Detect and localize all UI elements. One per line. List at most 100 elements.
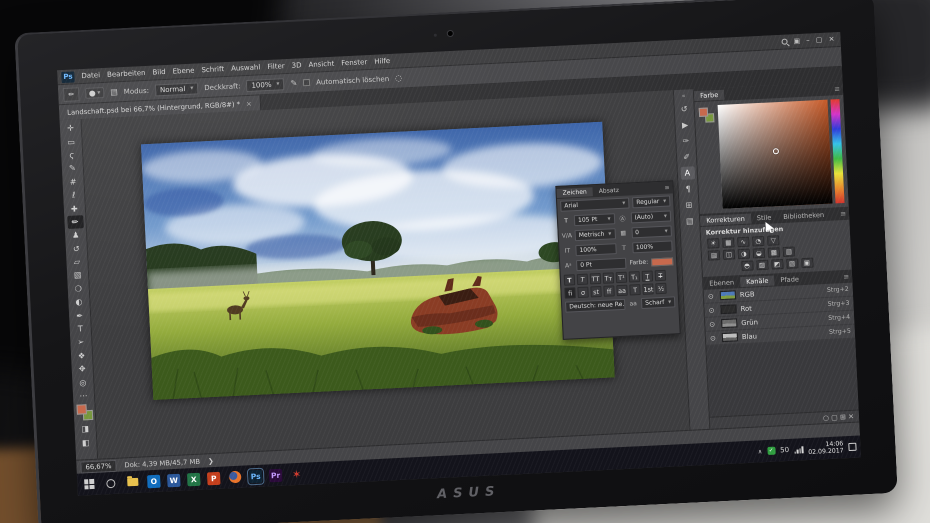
visibility-eye-icon[interactable]: ⊙	[708, 306, 716, 314]
pencil-tool-selected[interactable]: ✏	[67, 215, 84, 229]
glyphs-panel-icon[interactable]: ⊞	[682, 198, 697, 212]
panel-menu-icon[interactable]: ≡	[664, 184, 672, 191]
color-swatches[interactable]	[76, 404, 93, 421]
toggle-brush-panel-icon[interactable]: ▤	[110, 87, 118, 96]
color-lookup-icon[interactable]: ▥	[783, 246, 795, 257]
premiere-button[interactable]: Pr	[269, 468, 283, 482]
collapse-panels-icon[interactable]: «	[682, 93, 686, 100]
strikethrough-button[interactable]: T	[655, 270, 667, 282]
horizontal-scale-field[interactable]: 100%	[632, 240, 673, 253]
firefox-button[interactable]	[227, 469, 243, 485]
ot-titling-button[interactable]: T	[629, 284, 641, 296]
tab-ebenen[interactable]: Ebenen	[703, 277, 740, 289]
menu-bearbeiten[interactable]: Bearbeiten	[107, 69, 146, 79]
visibility-eye-icon[interactable]: ⊙	[708, 292, 716, 300]
pencil-tool-preset-icon[interactable]: ✏	[63, 87, 80, 102]
tab-absatz[interactable]: Absatz	[593, 185, 626, 196]
defender-tray-icon[interactable]: ✓	[767, 447, 775, 455]
hand-tool[interactable]: ✥	[74, 362, 91, 376]
menu-schrift[interactable]: Schrift	[201, 65, 224, 74]
outlook-button[interactable]: O	[147, 474, 161, 488]
eraser-tool[interactable]: ▱	[69, 255, 86, 269]
canvas-area[interactable]: Zeichen Absatz ≡ Arial▾ Regular▾ 𝐓 105 P…	[82, 90, 690, 459]
color-balance-icon[interactable]: ◫	[723, 249, 735, 260]
menu-bild[interactable]: Bild	[152, 68, 166, 77]
paragraph-panel-icon[interactable]: ¶	[681, 182, 696, 196]
menu-ebene[interactable]: Ebene	[172, 67, 194, 76]
tray-number[interactable]: 50	[780, 446, 789, 454]
clone-stamp-tool[interactable]: ♟	[67, 228, 84, 242]
menu-filter[interactable]: Filter	[267, 62, 285, 71]
eyedropper-tool[interactable]: ℓ	[65, 188, 82, 202]
menu-datei[interactable]: Datei	[81, 71, 100, 80]
menu-hilfe[interactable]: Hilfe	[374, 57, 390, 66]
language-select[interactable]: Deutsch: neue Re...▾	[565, 299, 625, 313]
history-panel-icon[interactable]: ↺	[677, 102, 692, 116]
lasso-tool[interactable]: ϛ	[63, 148, 80, 162]
status-arrow-icon[interactable]: ❯	[208, 457, 214, 465]
tray-chevron-icon[interactable]: ∧	[758, 448, 763, 455]
visibility-eye-icon[interactable]: ⊙	[709, 320, 717, 328]
subscript-button[interactable]: T₁	[629, 271, 641, 283]
powerpoint-button[interactable]: P	[207, 471, 221, 485]
photo-filter-icon[interactable]: ◒	[753, 248, 765, 259]
ot-oldstyle-button[interactable]: aa	[616, 285, 628, 297]
saturation-brightness-picker[interactable]	[718, 100, 833, 209]
ot-swash-button[interactable]: σ	[577, 287, 589, 299]
vertical-scale-field[interactable]: 100%	[575, 243, 616, 256]
photoshop-taskbar-button[interactable]: Ps	[249, 469, 263, 483]
levels-icon[interactable]: ▦	[722, 237, 734, 248]
quick-selection-tool[interactable]: ✎	[64, 161, 81, 175]
shape-tool[interactable]: ❖	[73, 349, 90, 363]
ot-alternates-button[interactable]: ﬀ	[603, 285, 615, 297]
marquee-tool[interactable]: ▭	[63, 135, 80, 149]
blend-mode-select[interactable]: Normal▾	[155, 82, 199, 96]
font-style-select[interactable]: Regular▾	[632, 195, 670, 208]
file-explorer-button[interactable]	[125, 474, 141, 490]
foreground-color-swatch[interactable]	[699, 108, 708, 117]
taskbar-clock[interactable]: 14:06 02.09.2017	[808, 440, 844, 456]
selective-color-icon[interactable]: ▣	[801, 258, 813, 269]
hue-saturation-icon[interactable]: ▤	[708, 250, 720, 261]
dodge-tool[interactable]: ◐	[71, 295, 88, 309]
auto-erase-checkbox[interactable]	[303, 79, 310, 86]
foreground-color-swatch[interactable]	[76, 404, 86, 414]
antialias-select[interactable]: Scharf▾	[641, 296, 675, 309]
opacity-select[interactable]: 100%▾	[246, 78, 285, 92]
brightness-contrast-icon[interactable]: ☀	[707, 238, 719, 249]
action-center-icon[interactable]	[848, 443, 856, 451]
visibility-eye-icon[interactable]: ⊙	[710, 334, 718, 342]
zoom-tool[interactable]: ◎	[75, 375, 92, 389]
screen-mode-icon[interactable]: ◧	[78, 436, 95, 450]
healing-brush-tool[interactable]: ✚	[66, 202, 83, 216]
brush-settings-panel-icon[interactable]: ✐	[679, 150, 694, 164]
path-selection-tool[interactable]: ➢	[73, 335, 90, 349]
blur-tool[interactable]: ❍	[70, 282, 87, 296]
history-brush-tool[interactable]: ↺	[68, 242, 85, 256]
invert-icon[interactable]: ◓	[741, 261, 753, 272]
underline-button[interactable]: T	[642, 270, 654, 282]
ot-discretionary-button[interactable]: st	[590, 286, 602, 298]
black-white-icon[interactable]: ◑	[738, 249, 750, 260]
star-app-button[interactable]: ✶	[289, 466, 305, 482]
menu-auswahl[interactable]: Auswahl	[231, 63, 261, 72]
search-icon[interactable]	[781, 39, 787, 45]
word-button[interactable]: W	[167, 473, 181, 487]
leading-select[interactable]: (Auto)▾	[630, 210, 671, 223]
baseline-field[interactable]: 0 Pt	[576, 258, 627, 271]
font-family-select[interactable]: Arial▾	[560, 197, 629, 211]
cortana-button[interactable]	[103, 475, 119, 491]
character-panel-icon[interactable]: A	[680, 166, 695, 180]
exposure-icon[interactable]: ◔	[752, 236, 764, 247]
tab-bibliotheken[interactable]: Bibliotheken	[777, 209, 830, 222]
tab-farbe[interactable]: Farbe	[694, 89, 725, 100]
window-controls[interactable]: – ▢ ✕	[806, 35, 837, 44]
color-panel-swatches[interactable]	[699, 105, 720, 210]
tab-kanaele[interactable]: Kanäle	[740, 275, 775, 287]
close-tab-icon[interactable]: ×	[246, 99, 252, 107]
panel-menu-icon[interactable]: ≡	[840, 209, 849, 217]
vibrance-icon[interactable]: ▽	[767, 235, 779, 246]
gradient-map-icon[interactable]: ▧	[786, 258, 798, 269]
brush-preset-picker[interactable]: ▾	[85, 87, 105, 99]
pen-tool[interactable]: ✒	[71, 309, 88, 323]
